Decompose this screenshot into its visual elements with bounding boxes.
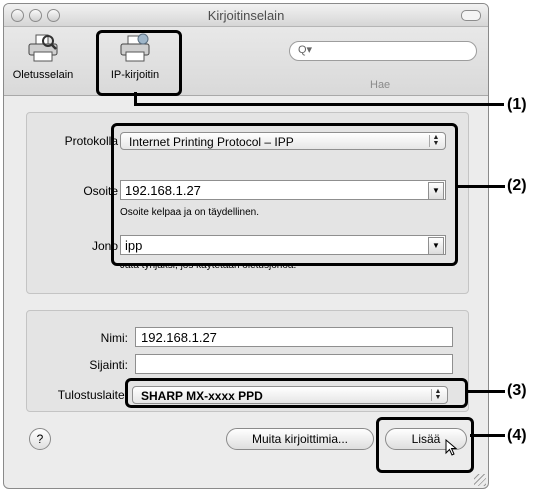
search-input[interactable]: Q▾ [289, 41, 477, 61]
help-button[interactable]: ? [29, 428, 51, 450]
callout-leader-1b [134, 103, 504, 106]
name-field[interactable]: 192.168.1.27 [135, 327, 453, 347]
callout-box-4 [376, 417, 474, 473]
callout-leader-3 [465, 390, 505, 393]
window-title: Kirjoitinselain [207, 8, 285, 23]
location-label: Sijainti: [89, 358, 128, 372]
default-printer-icon [28, 34, 58, 62]
callout-label-3: (3) [507, 382, 527, 399]
title-bar: Kirjoitinselain [4, 4, 488, 27]
callout-leader-2 [455, 185, 505, 188]
callout-box-2 [111, 123, 458, 266]
toolbar-toggle-button[interactable] [461, 10, 481, 21]
more-printers-button[interactable]: Muita kirjoittimia... [226, 428, 374, 450]
default-browser-tab[interactable]: Oletusselain [8, 33, 78, 81]
callout-box-1 [96, 30, 182, 96]
protocol-label: Protokolla [64, 134, 118, 148]
search-label: Hae [370, 79, 391, 91]
location-field[interactable] [135, 354, 453, 374]
default-browser-label: Oletusselain [12, 69, 74, 81]
queue-label: Jono [91, 239, 118, 253]
toolbar: Oletusselain IP-kirjoitin Q▾ Hae [4, 27, 488, 96]
callout-label-2: (2) [507, 177, 527, 194]
callout-box-3 [125, 378, 468, 408]
callout-label-4: (4) [507, 427, 527, 444]
callout-label-1: (1) [507, 96, 527, 113]
callout-leader-4 [470, 434, 505, 437]
address-label: Osoite [83, 184, 118, 198]
driver-label: Tulostuslaite: [57, 388, 128, 402]
name-label: Nimi: [100, 331, 128, 345]
resize-grip[interactable] [474, 474, 486, 486]
search-icon: Q▾ [298, 44, 313, 56]
